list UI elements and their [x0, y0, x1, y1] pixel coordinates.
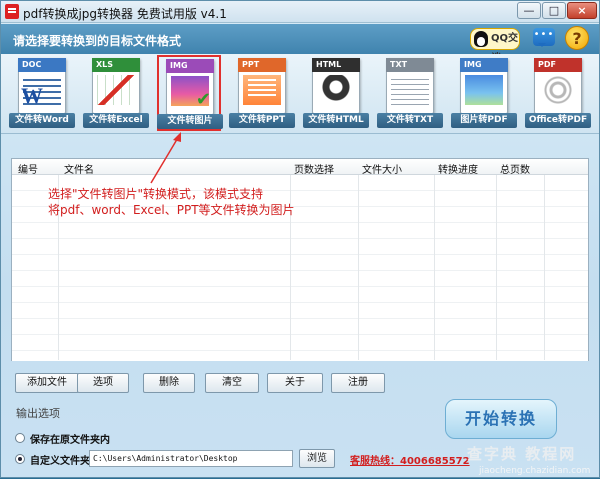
- column-divider: [434, 159, 435, 360]
- col-header-pages-select[interactable]: 页数选择: [294, 161, 334, 176]
- title-bar: pdf转换成jpg转换器 免费试用版 v4.1 — □ ×: [1, 1, 599, 23]
- col-header-number[interactable]: 编号: [18, 161, 38, 176]
- custom-folder-radio[interactable]: [15, 454, 25, 464]
- col-header-total-pages[interactable]: 总页数: [500, 161, 530, 176]
- tool-image-to-pdf[interactable]: IMG 图片转PDF: [451, 58, 517, 128]
- column-divider: [496, 159, 497, 360]
- tool-file-to-html[interactable]: HTML 文件转HTML: [303, 58, 369, 128]
- message-bubble-icon[interactable]: •••: [533, 28, 555, 47]
- annotation-line-2: 将pdf、word、Excel、PPT等文件转换为图片: [48, 203, 295, 217]
- tool-office-to-pdf[interactable]: PDF Office转PDF: [525, 58, 591, 128]
- close-button[interactable]: ×: [567, 2, 597, 19]
- maximize-button[interactable]: □: [542, 2, 566, 19]
- tool-tag: PDF: [534, 58, 582, 72]
- tool-file-to-word[interactable]: DOC 文件转Word: [9, 58, 75, 128]
- tool-tag: IMG: [460, 58, 508, 72]
- annotation-line-1: 选择"文件转图片"转换模式，该模式支持: [48, 187, 264, 201]
- acrobat-art: [539, 75, 577, 105]
- window-title: pdf转换成jpg转换器 免费试用版 v4.1: [23, 7, 227, 21]
- col-header-file-size[interactable]: 文件大小: [362, 161, 402, 176]
- col-header-filename[interactable]: 文件名: [64, 161, 94, 176]
- tool-file-to-excel[interactable]: XLS 文件转Excel: [83, 58, 149, 128]
- watermark-url: jiaocheng.chazidian.com: [479, 466, 591, 476]
- tutorial-annotation: 选择"文件转图片"转换模式，该模式支持 将pdf、word、Excel、PPT等…: [48, 186, 348, 218]
- minimize-button[interactable]: —: [517, 2, 541, 19]
- pdf-app-icon: [5, 4, 19, 19]
- tool-label: Office转PDF: [525, 113, 591, 128]
- tool-file-to-ppt[interactable]: PPT 文件转PPT: [229, 58, 295, 128]
- tool-file-to-image[interactable]: IMG 文件转图片: [157, 55, 223, 131]
- tool-label: 图片转PDF: [451, 113, 517, 128]
- save-original-radio[interactable]: [15, 433, 25, 443]
- qq-chat-button[interactable]: QQ交谈: [470, 28, 520, 64]
- tool-file-to-txt[interactable]: TXT 文件转TXT: [377, 58, 443, 128]
- tool-tag: TXT: [386, 58, 434, 72]
- file-list-table[interactable]: 编号 文件名 页数选择 文件大小 转换进度 总页数 选择"文件转图片"转换模式，…: [11, 158, 589, 361]
- tool-label: 文件转Excel: [83, 113, 149, 128]
- column-divider: [544, 159, 545, 360]
- add-file-button[interactable]: 添加文件: [15, 373, 79, 393]
- about-button[interactable]: 关于: [267, 373, 323, 393]
- image-check-art: [171, 76, 211, 110]
- tool-label: 文件转HTML: [303, 113, 369, 128]
- table-header: 编号 文件名 页数选择 文件大小 转换进度 总页数: [12, 159, 588, 176]
- browse-button[interactable]: 浏览: [299, 449, 335, 468]
- register-button[interactable]: 注册: [331, 373, 385, 393]
- clear-button[interactable]: 清空: [205, 373, 259, 393]
- tool-label: 文件转Word: [9, 113, 75, 128]
- tool-tag: HTML: [312, 58, 360, 72]
- format-prompt: 请选择要转换到的目标文件格式: [13, 34, 182, 48]
- help-icon[interactable]: ?: [565, 26, 589, 50]
- tool-label: 文件转图片: [157, 114, 223, 129]
- header-band: 请选择要转换到的目标文件格式 QQ交谈 ••• ?: [1, 24, 599, 64]
- app-window: pdf转换成jpg转换器 免费试用版 v4.1 — □ × 请选择要转换到的目标…: [0, 0, 600, 478]
- ppt-slide-art: [243, 75, 281, 105]
- watermark-text: 查字典 教程网: [467, 445, 577, 463]
- col-header-progress[interactable]: 转换进度: [438, 161, 478, 176]
- globe-art: [317, 75, 355, 105]
- column-divider: [358, 159, 359, 360]
- qq-penguin-icon: [474, 31, 488, 47]
- format-toolbar: DOC 文件转Word XLS 文件转Excel IMG 文件转图片 PPT 文…: [1, 54, 599, 134]
- output-options-title: 输出选项: [16, 407, 60, 420]
- site-watermark: 查字典 教程网 jiaocheng.chazidian.com: [441, 443, 600, 479]
- tool-label: 文件转TXT: [377, 113, 443, 128]
- tool-tag: IMG: [166, 59, 214, 73]
- word-art: [21, 75, 61, 109]
- excel-chart-art: [97, 75, 135, 105]
- options-button[interactable]: 选项: [77, 373, 129, 393]
- tool-label: 文件转PPT: [229, 113, 295, 128]
- custom-folder-label: 自定义文件夹: [30, 456, 90, 467]
- tool-tag: PPT: [238, 58, 286, 72]
- landscape-art: [465, 75, 503, 105]
- delete-button[interactable]: 删除: [143, 373, 195, 393]
- text-lines-art: [391, 75, 429, 105]
- tool-tag: XLS: [92, 58, 140, 72]
- output-path-input[interactable]: C:\Users\Administrator\Desktop: [89, 450, 293, 467]
- save-original-label: 保存在原文件夹内: [30, 435, 110, 446]
- tool-tag: DOC: [18, 58, 66, 72]
- start-convert-button[interactable]: 开始转换: [445, 399, 557, 439]
